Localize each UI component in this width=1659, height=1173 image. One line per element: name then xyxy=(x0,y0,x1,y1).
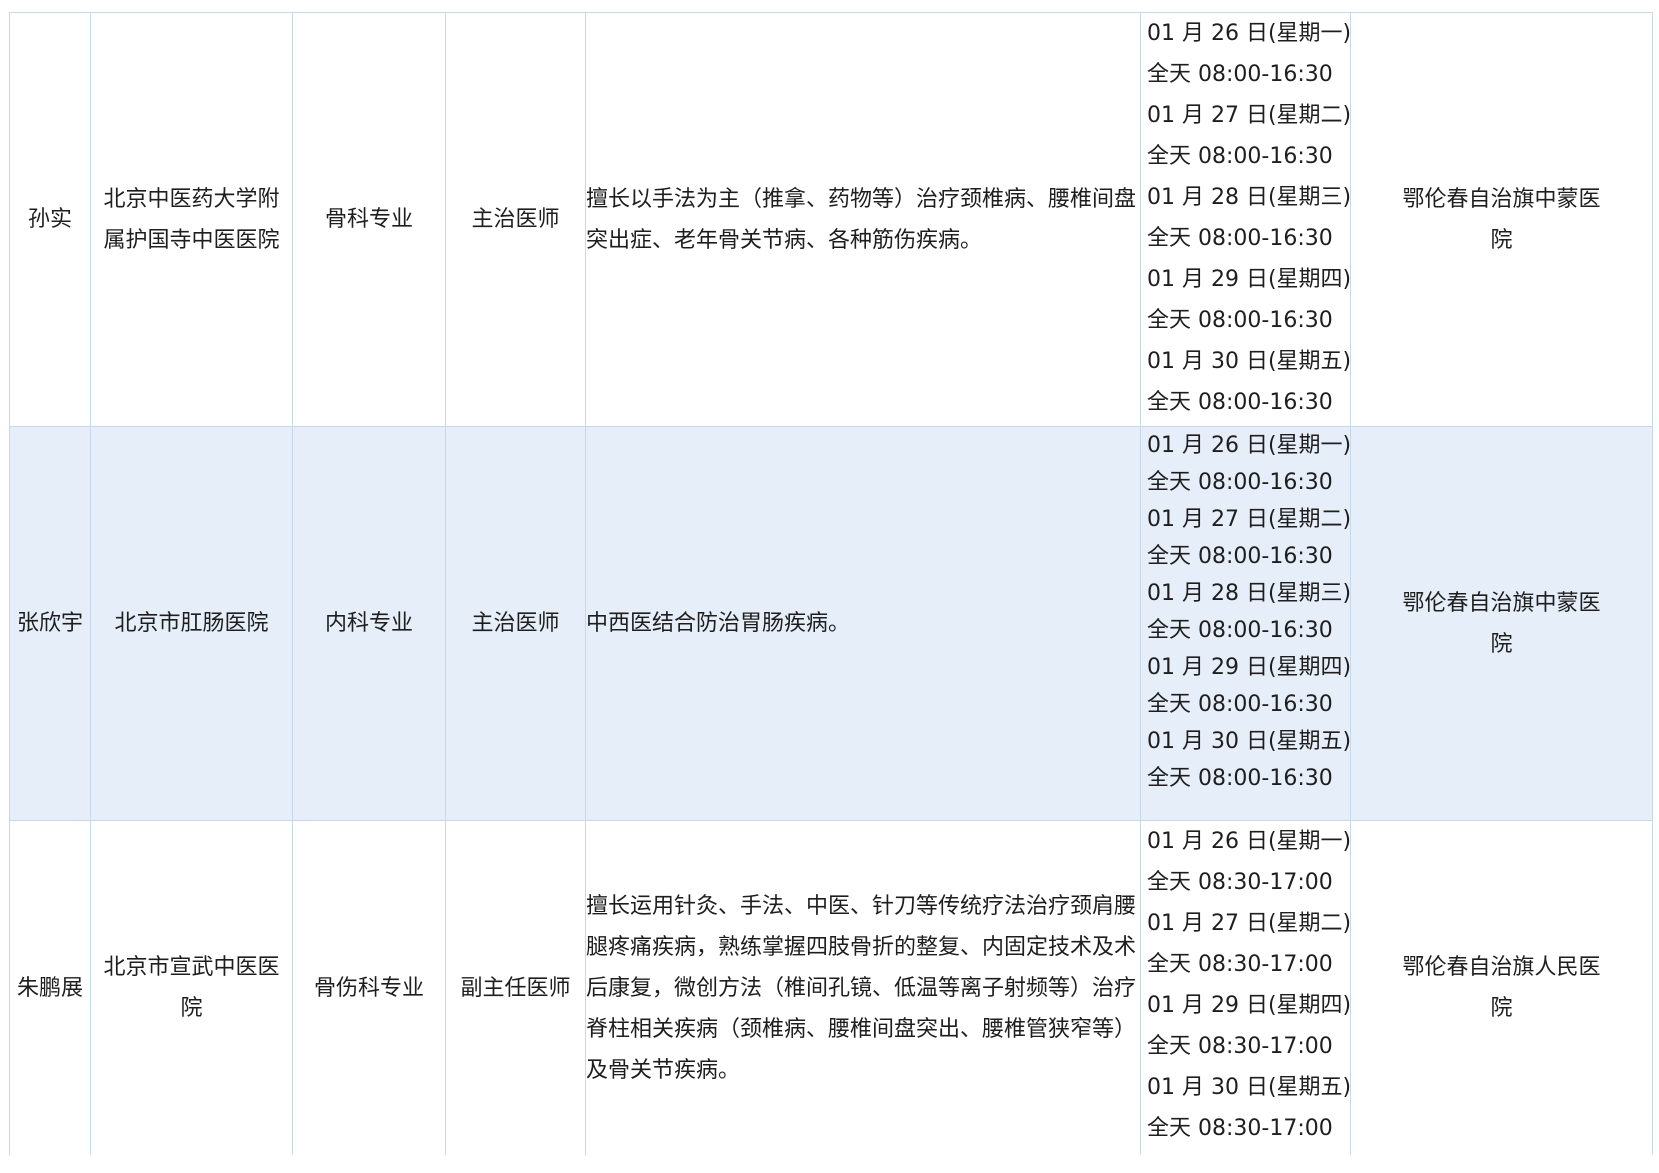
doctor-name: 朱鹏展 xyxy=(16,975,83,1001)
schedule-time: 全天 08:00-16:30 xyxy=(1147,618,1333,643)
hospital-name-line: 院 xyxy=(180,996,203,1021)
schedule-time: 全天 08:00-16:30 xyxy=(1147,62,1333,87)
table-row: 张欣宇 北京市肛肠医院 内科专业 主治医师 中西医结合防治胃肠疾病。 01 月 … xyxy=(9,426,1653,821)
title-cell: 副主任医师 xyxy=(445,820,586,1156)
doctor-name: 张欣宇 xyxy=(16,611,83,636)
schedule-date: 01 月 27 日(星期二) xyxy=(1147,911,1352,936)
hospital-cell: 北京市宣武中医医 院 xyxy=(90,820,293,1156)
site-name-line: 鄂伦春自治旗中蒙医 xyxy=(1402,590,1601,616)
schedule-date: 01 月 26 日(星期一) xyxy=(1147,829,1352,854)
schedule-time: 全天 08:00-16:30 xyxy=(1147,226,1333,251)
schedule-cell: 01 月 26 日(星期一) 全天 08:30-17:00 01 月 27 日(… xyxy=(1140,820,1352,1156)
specialty-text: 擅长以手法为主（推拿、药物等）治疗颈椎病、腰椎间盘突出症、老年骨关节病、各种筋伤… xyxy=(586,186,1137,253)
schedule-date: 01 月 29 日(星期四) xyxy=(1147,267,1352,292)
doctor-title: 主治医师 xyxy=(471,207,560,232)
schedule-date: 01 月 30 日(星期五) xyxy=(1147,729,1352,754)
schedule-date: 01 月 29 日(星期四) xyxy=(1147,655,1352,680)
site-cell: 鄂伦春自治旗中蒙医 院 xyxy=(1350,12,1653,427)
site-cell: 鄂伦春自治旗中蒙医 院 xyxy=(1350,426,1653,821)
hospital-name-line: 北京中医药大学附 xyxy=(103,186,280,212)
department-cell: 骨科专业 xyxy=(292,12,446,427)
table-row: 朱鹏展 北京市宣武中医医 院 骨伤科专业 副主任医师 擅长运用针灸、手法、中医、… xyxy=(9,820,1653,1156)
specialty-cell: 擅长运用针灸、手法、中医、针刀等传统疗法治疗颈肩腰腿疼痛疾病，熟练掌握四肢骨折的… xyxy=(585,820,1141,1156)
site-cell: 鄂伦春自治旗人民医 院 xyxy=(1350,820,1653,1156)
schedule-time: 全天 08:30-17:00 xyxy=(1147,1034,1333,1059)
site-name-line: 院 xyxy=(1490,631,1513,657)
department-cell: 骨伤科专业 xyxy=(292,820,446,1156)
specialty-cell: 擅长以手法为主（推拿、药物等）治疗颈椎病、腰椎间盘突出症、老年骨关节病、各种筋伤… xyxy=(585,12,1141,427)
doctor-name-cell: 张欣宇 xyxy=(9,426,91,821)
schedule-time: 全天 08:30-17:00 xyxy=(1147,952,1333,977)
specialty-text: 擅长运用针灸、手法、中医、针刀等传统疗法治疗颈肩腰腿疼痛疾病，熟练掌握四肢骨折的… xyxy=(586,893,1137,1083)
page-bottom-margin xyxy=(0,1155,1659,1173)
schedule-time: 全天 08:00-16:30 xyxy=(1147,308,1333,333)
department-cell: 内科专业 xyxy=(292,426,446,821)
schedule-date: 01 月 27 日(星期二) xyxy=(1147,507,1352,532)
table-row: 孙实 北京中医药大学附 属护国寺中医医院 骨科专业 主治医师 擅长以手法为主（推… xyxy=(9,12,1653,427)
doctor-name-cell: 朱鹏展 xyxy=(9,820,91,1156)
schedule-time: 全天 08:30-17:00 xyxy=(1147,870,1333,895)
title-cell: 主治医师 xyxy=(445,12,586,427)
hospital-cell: 北京市肛肠医院 xyxy=(90,426,293,821)
schedule-time: 全天 08:00-16:30 xyxy=(1147,470,1333,495)
hospital-name-line: 北京市宣武中医医 xyxy=(103,955,280,980)
schedule-date: 01 月 28 日(星期三) xyxy=(1147,581,1352,606)
schedule-time: 全天 08:00-16:30 xyxy=(1147,544,1333,569)
expert-schedule-table: 孙实 北京中医药大学附 属护国寺中医医院 骨科专业 主治医师 擅长以手法为主（推… xyxy=(9,12,1653,1156)
hospital-cell: 北京中医药大学附 属护国寺中医医院 xyxy=(90,12,293,427)
schedule-time: 全天 08:30-17:00 xyxy=(1147,1116,1333,1141)
doctor-title: 副主任医师 xyxy=(460,975,571,1001)
schedule-date: 01 月 30 日(星期五) xyxy=(1147,349,1352,374)
site-name-line: 鄂伦春自治旗中蒙医 xyxy=(1402,186,1601,212)
schedule-time: 全天 08:00-16:30 xyxy=(1147,766,1333,791)
schedule-time: 全天 08:00-16:30 xyxy=(1147,692,1333,717)
schedule-time: 全天 08:00-16:30 xyxy=(1147,390,1333,415)
department: 骨科专业 xyxy=(324,207,413,232)
department: 骨伤科专业 xyxy=(313,975,424,1001)
doctor-title: 主治医师 xyxy=(471,611,560,636)
schedule-cell: 01 月 26 日(星期一) 全天 08:00-16:30 01 月 27 日(… xyxy=(1140,12,1352,427)
department: 内科专业 xyxy=(324,611,413,636)
site-name-line: 鄂伦春自治旗人民医 xyxy=(1402,955,1601,980)
schedule-date: 01 月 27 日(星期二) xyxy=(1147,103,1352,128)
schedule-time: 全天 08:00-16:30 xyxy=(1147,144,1333,169)
schedule-date: 01 月 29 日(星期四) xyxy=(1147,993,1352,1018)
specialty-text: 中西医结合防治胃肠疾病。 xyxy=(586,611,851,636)
doctor-name: 孙实 xyxy=(27,207,72,232)
hospital-name-line: 北京市肛肠医院 xyxy=(114,611,269,636)
schedule-date: 01 月 28 日(星期三) xyxy=(1147,185,1352,210)
schedule-date: 01 月 30 日(星期五) xyxy=(1147,1075,1352,1100)
schedule-date: 01 月 26 日(星期一) xyxy=(1147,433,1352,458)
site-name-line: 院 xyxy=(1490,996,1513,1021)
site-name-line: 院 xyxy=(1490,227,1513,253)
schedule-cell: 01 月 26 日(星期一) 全天 08:00-16:30 01 月 27 日(… xyxy=(1140,426,1352,821)
specialty-cell: 中西医结合防治胃肠疾病。 xyxy=(585,426,1141,821)
hospital-name-line: 属护国寺中医医院 xyxy=(103,227,280,253)
schedule-date: 01 月 26 日(星期一) xyxy=(1147,21,1352,46)
title-cell: 主治医师 xyxy=(445,426,586,821)
doctor-name-cell: 孙实 xyxy=(9,12,91,427)
